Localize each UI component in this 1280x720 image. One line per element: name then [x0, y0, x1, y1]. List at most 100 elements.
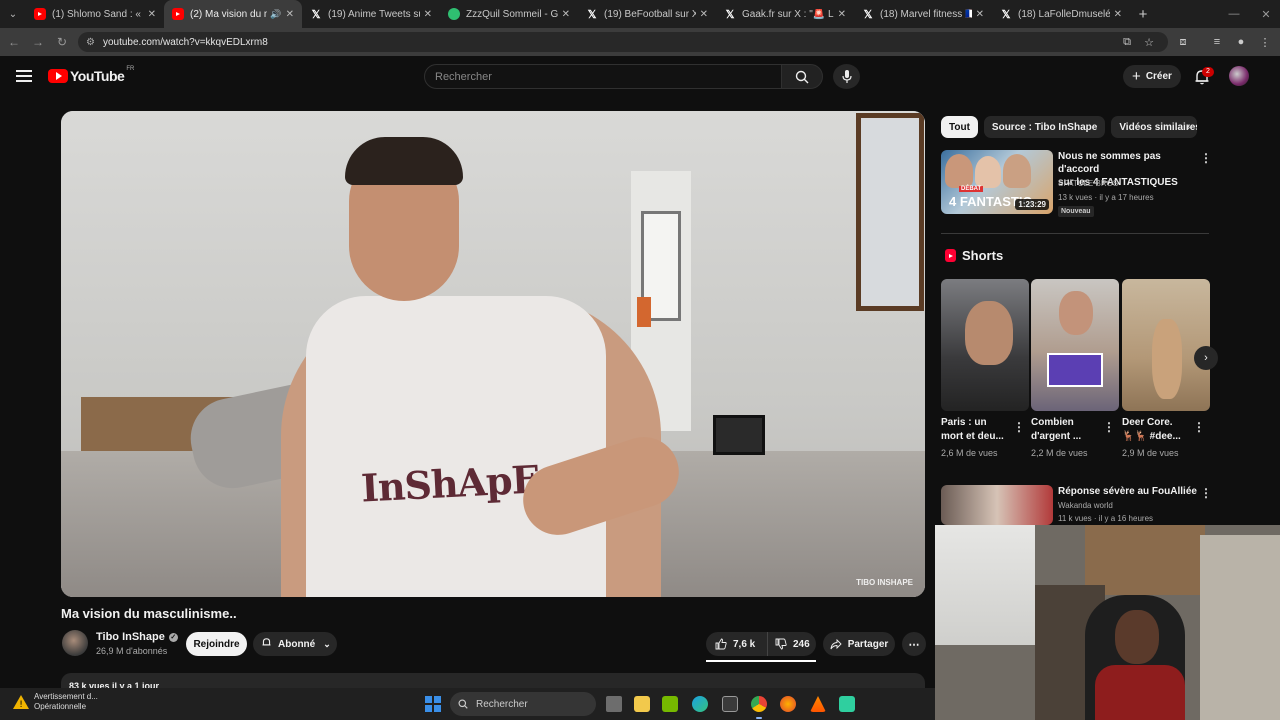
shorts-next-arrow-icon[interactable]: › — [1194, 346, 1218, 370]
browser-tab-strip: ⌄ (1) Shlomo Sand : « Pas d✕(2) Ma visio… — [0, 0, 1280, 28]
recommendation-thumbnail[interactable]: DÉBAT 4 FANTASTIQ 1:23:29 — [941, 150, 1053, 214]
task-view-icon[interactable] — [606, 696, 622, 712]
media-controls-icon[interactable]: ≡ — [1206, 28, 1228, 56]
extensions-icon[interactable]: ⧈ — [1172, 28, 1194, 56]
tab-search-menu-button[interactable]: ⌄ — [0, 0, 26, 28]
recommendation-channel[interactable]: Wakanda world — [1058, 499, 1113, 512]
share-button[interactable]: Partager — [823, 632, 895, 656]
site-info-icon[interactable]: ⚙ — [86, 37, 95, 48]
recommendation-thumbnail[interactable] — [941, 485, 1053, 525]
create-label: Créer — [1145, 71, 1172, 82]
search-button[interactable] — [781, 64, 823, 89]
microphone-icon — [841, 69, 852, 83]
youtube-logo[interactable]: YouTube FR — [48, 66, 134, 84]
chip-source[interactable]: Source : Tibo InShape — [983, 116, 1106, 138]
tab-close-icon[interactable]: ✕ — [562, 9, 570, 20]
short-title-line-2: 🦌🦌 #dee... — [1122, 431, 1181, 442]
channel-name[interactable]: Tibo InShape — [96, 631, 165, 643]
create-button[interactable]: + Créer — [1123, 65, 1181, 88]
search-input[interactable]: Rechercher — [424, 64, 782, 89]
warning-widget[interactable]: ! Avertissement d... Opérationnelle — [12, 692, 98, 712]
new-tab-button[interactable]: + — [1130, 0, 1156, 28]
webcam-overlay — [935, 525, 1280, 720]
vlc-icon[interactable] — [810, 696, 826, 712]
tab-close-icon[interactable]: ✕ — [838, 9, 846, 20]
file-explorer-icon[interactable] — [634, 696, 650, 712]
chrome-browser-icon[interactable] — [751, 696, 767, 712]
close-window-button[interactable]: ✕ — [1246, 0, 1280, 28]
microsoft-store-icon[interactable] — [722, 696, 738, 712]
reload-icon[interactable]: ↻ — [50, 28, 74, 56]
short-title[interactable]: Deer Core. 🦌🦌 #dee... — [1122, 416, 1194, 444]
account-avatar[interactable] — [1229, 66, 1249, 86]
short-views: 2,6 M de vues — [941, 448, 998, 458]
windows-start-icon[interactable] — [425, 696, 441, 712]
menu-hamburger-icon[interactable] — [16, 70, 32, 82]
video-scene-object — [637, 297, 651, 327]
webcam-person-head — [1115, 610, 1159, 664]
short-title[interactable]: Combien d'argent ... — [1031, 416, 1103, 444]
subscriber-count: 26,9 M d'abonnés — [96, 646, 168, 656]
short-thumbnail[interactable] — [1122, 279, 1210, 411]
browser-tab[interactable]: 𝕏 (19) BeFootball sur X : « ✕ — [578, 0, 716, 28]
back-arrow-icon[interactable]: ← — [2, 28, 26, 56]
more-options-icon[interactable]: ⋮ — [1013, 420, 1025, 434]
dislike-button[interactable]: 246 — [768, 638, 810, 650]
chip-similar[interactable]: Vidéos similaires — [1111, 116, 1198, 138]
browser-tab[interactable]: (1) Shlomo Sand : « Pas d ✕ — [26, 0, 164, 28]
like-button[interactable]: 7,6 k — [706, 632, 768, 656]
tab-title: ZzzQuil Sommeil - Gomm — [466, 8, 558, 20]
browser-tab[interactable]: ZzzQuil Sommeil - Gomm ✕ — [440, 0, 578, 28]
search-icon — [795, 70, 809, 83]
profile-icon[interactable]: ● — [1230, 28, 1252, 56]
tab-close-icon[interactable]: ✕ — [976, 9, 984, 20]
browser-tab[interactable]: 𝕏 (18) Marvel fitness 🇫🇷 sur ✕ — [854, 0, 992, 28]
tab-close-icon[interactable]: ✕ — [286, 9, 294, 20]
firefox-icon[interactable] — [780, 696, 796, 712]
nvidia-icon[interactable] — [662, 696, 678, 712]
browser-tab[interactable]: 𝕏 Gaak.fr sur X : "🚨 L'OBJE ✕ — [716, 0, 854, 28]
short-thumbnail[interactable] — [1031, 279, 1119, 411]
recommendation-channel[interactable]: SPATULE BROS — [1058, 177, 1118, 190]
tab-close-icon[interactable]: ✕ — [424, 9, 432, 20]
more-options-icon[interactable]: ⋮ — [1193, 420, 1205, 434]
tab-close-icon[interactable]: ✕ — [148, 9, 156, 20]
voice-search-button[interactable] — [833, 64, 860, 89]
tab-close-icon[interactable]: ✕ — [700, 9, 708, 20]
video-person-hair — [345, 137, 463, 185]
more-actions-icon[interactable]: ⋯ — [902, 632, 926, 656]
channel-avatar[interactable] — [62, 630, 88, 656]
browser-tab[interactable]: (2) Ma vision du mas🔊 ✕ — [164, 0, 302, 28]
browser-menu-icon[interactable]: ⋮ — [1254, 28, 1276, 56]
like-active-indicator — [706, 660, 816, 662]
youtube-header: YouTube FR Rechercher + Créer 2 — [0, 56, 1280, 100]
subscribed-button[interactable]: Abonné ⌄ — [253, 632, 337, 656]
video-player[interactable]: InShApE TIBO INSHAPE — [61, 111, 925, 597]
tab-title: (19) BeFootball sur X : « — [604, 8, 696, 20]
chevron-right-icon[interactable]: › — [1186, 119, 1190, 134]
taskbar-search-box[interactable]: Rechercher — [450, 692, 596, 716]
bookmark-star-icon[interactable]: ☆ — [1138, 28, 1160, 56]
chip-all[interactable]: Tout — [941, 116, 978, 138]
tab-audio-icon[interactable]: 🔊 — [270, 9, 281, 20]
browser-tab[interactable]: 𝕏 (19) Anime Tweets sur X : ✕ — [302, 0, 440, 28]
tab-close-icon[interactable]: ✕ — [1114, 9, 1122, 20]
more-options-icon[interactable]: ⋮ — [1103, 420, 1115, 434]
more-options-icon[interactable]: ⋮ — [1200, 486, 1212, 500]
app-icon[interactable] — [839, 696, 855, 712]
edge-browser-icon[interactable] — [692, 696, 708, 712]
short-title[interactable]: Paris : un mort et deu... — [941, 416, 1013, 444]
recommendation-title[interactable]: Réponse sévère au FouAlliée — [1058, 485, 1198, 498]
video-title: Ma vision du masculinisme.. — [61, 606, 237, 621]
forward-arrow-icon[interactable]: → — [26, 28, 50, 56]
share-arrow-icon — [830, 638, 842, 649]
address-bar[interactable]: ⚙ youtube.com/watch?v=kkqvEDLxrm8 — [78, 32, 1168, 52]
join-button[interactable]: Rejoindre — [186, 632, 247, 656]
more-options-icon[interactable]: ⋮ — [1200, 151, 1212, 165]
sidebar-divider — [941, 233, 1209, 234]
install-app-icon[interactable]: ⧉ — [1116, 28, 1138, 56]
browser-tab[interactable]: 𝕏 (18) LaFolleDmuselée 🍌 ✕ — [992, 0, 1130, 28]
short-title-line-1: Deer Core. — [1122, 417, 1173, 428]
channel-name-row[interactable]: Tibo InShape ✓ — [96, 631, 178, 643]
short-thumbnail[interactable] — [941, 279, 1029, 411]
